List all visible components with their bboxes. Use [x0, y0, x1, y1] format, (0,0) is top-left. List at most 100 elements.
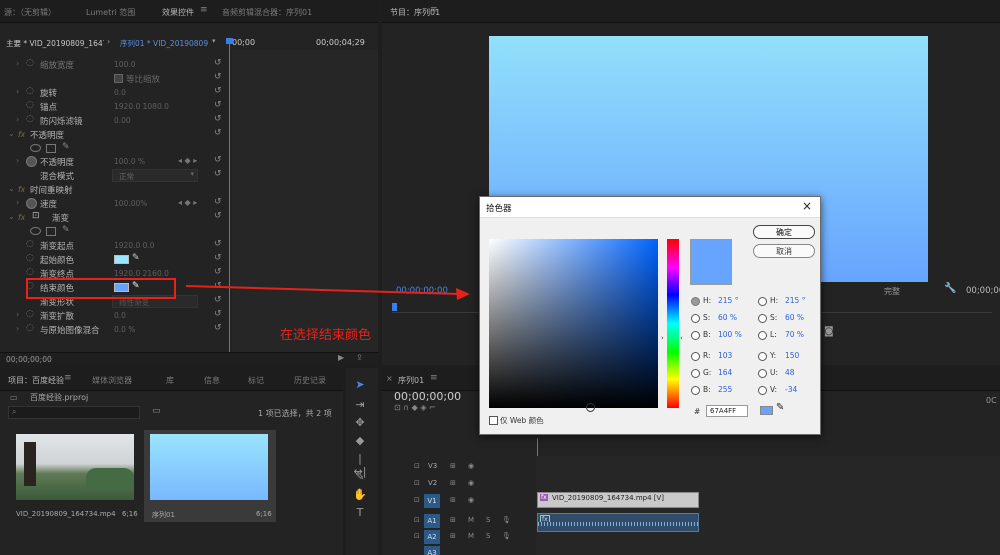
microphone-icon[interactable]: 🎙: [502, 532, 511, 540]
new-color-swatch: [690, 239, 732, 285]
solo-icon[interactable]: S: [486, 516, 490, 524]
track-label[interactable]: V1: [424, 494, 440, 508]
timeline-current-time[interactable]: 00;00;00;00: [394, 390, 461, 403]
pagoda-shape: [24, 442, 36, 486]
value-s[interactable]: 60 %: [785, 313, 804, 322]
pen-tool-icon[interactable]: ✎: [352, 470, 368, 483]
tab-markers[interactable]: 标记: [248, 375, 264, 386]
selection-tool-icon[interactable]: ➤: [352, 378, 368, 391]
label-l: L:: [770, 330, 777, 339]
tab-library[interactable]: 库: [166, 375, 174, 386]
mute-icon[interactable]: M: [468, 516, 474, 524]
track-select-icon[interactable]: ⇥: [352, 398, 368, 411]
radio-hsb-s[interactable]: [691, 314, 700, 323]
radio-hsl-l[interactable]: [758, 331, 767, 340]
close-icon[interactable]: ×: [802, 199, 812, 213]
new-bin-icon[interactable]: ▭: [152, 406, 161, 416]
project-file-icon: ▭: [10, 393, 18, 402]
cancel-button[interactable]: 取消: [753, 244, 815, 258]
radio-hsl-h[interactable]: [758, 297, 767, 306]
radio-rgb-r[interactable]: [691, 352, 700, 361]
microphone-icon[interactable]: 🎙: [502, 516, 511, 524]
radio-hsb-h[interactable]: [691, 297, 700, 306]
label-r: R:: [703, 351, 711, 360]
dialog-titlebar[interactable]: 拾色器 ×: [480, 197, 820, 218]
radio-hsb-b[interactable]: [691, 331, 700, 340]
audio-clip[interactable]: fx: [537, 513, 699, 532]
track-label[interactable]: A3: [424, 546, 440, 555]
eye-icon[interactable]: ◉: [468, 496, 474, 504]
cancel-button-label: 取消: [776, 247, 792, 256]
lock-icon[interactable]: ⊡: [414, 462, 420, 470]
track-label[interactable]: V3: [428, 462, 437, 470]
mute-icon[interactable]: M: [468, 532, 474, 540]
project-item-sequence[interactable]: 序列01 6;16: [144, 430, 276, 522]
sync-lock-icon[interactable]: ⊞: [450, 479, 456, 487]
lock-icon[interactable]: ⊡: [414, 516, 420, 524]
track-header-a1: ⊡ A1 ⊞ M S 🎙: [384, 514, 536, 531]
lock-icon[interactable]: ⊡: [414, 532, 420, 540]
value-h[interactable]: 215 °: [785, 296, 805, 305]
lock-icon[interactable]: ⊡: [414, 479, 420, 487]
timeline-tools-icons[interactable]: ⊡ ∩ ◆ ◈ ⌐: [394, 403, 436, 412]
ripple-edit-icon[interactable]: ✥: [352, 416, 368, 429]
eyedropper-icon[interactable]: ✎: [776, 402, 784, 413]
track-label[interactable]: A1: [424, 514, 440, 528]
radio-yuv-u[interactable]: [758, 369, 767, 378]
tab-media-browser[interactable]: 媒体浏览器: [92, 375, 132, 386]
tab-info[interactable]: 信息: [204, 375, 220, 386]
web-only-checkbox[interactable]: [489, 416, 498, 425]
item-duration: 6;16: [256, 510, 272, 518]
tab-history[interactable]: 历史记录: [294, 375, 326, 386]
web-only-label: 仅 Web 颜色: [500, 416, 544, 425]
value-u[interactable]: 48: [785, 368, 795, 377]
razor-tool-icon[interactable]: ◆: [352, 434, 368, 447]
hue-slider-left-arrow[interactable]: ›: [661, 334, 664, 342]
close-icon[interactable]: ×: [386, 374, 393, 383]
eye-icon[interactable]: ◉: [468, 479, 474, 487]
value-s[interactable]: 60 %: [718, 313, 737, 322]
panel-menu-icon[interactable]: ≡: [430, 373, 438, 383]
project-item-video[interactable]: VID_20190809_164734.mp4 6;16: [12, 432, 138, 524]
value-y[interactable]: 150: [785, 351, 799, 360]
radio-yuv-y[interactable]: [758, 352, 767, 361]
hue-slider-right-arrow[interactable]: ‹: [680, 334, 683, 342]
sync-lock-icon[interactable]: ⊞: [450, 462, 456, 470]
radio-rgb-b[interactable]: [691, 386, 700, 395]
audio-waveform: [538, 522, 698, 526]
panel-menu-icon[interactable]: ≡: [64, 373, 72, 383]
track-label[interactable]: A2: [424, 530, 440, 544]
hue-slider[interactable]: [667, 239, 679, 408]
eye-icon[interactable]: ◉: [468, 462, 474, 470]
track-label[interactable]: V2: [428, 479, 437, 487]
track-header-v1: ⊡ V1 ⊞ ◉: [384, 494, 536, 511]
radio-rgb-g[interactable]: [691, 369, 700, 378]
ok-button[interactable]: 确定: [753, 225, 815, 239]
radio-hsl-s[interactable]: [758, 314, 767, 323]
hand-tool-icon[interactable]: ✋: [352, 488, 368, 501]
value-g[interactable]: 164: [718, 368, 732, 377]
value-h[interactable]: 215 °: [718, 296, 738, 305]
search-input[interactable]: ⌕: [8, 406, 140, 419]
hex-value: 67A4FF: [710, 407, 737, 415]
color-field-cursor[interactable]: [586, 403, 595, 412]
radio-yuv-v[interactable]: [758, 386, 767, 395]
track-header-v2: ⊡ V2 ⊞ ◉: [384, 477, 536, 494]
value-b[interactable]: 100 %: [718, 330, 742, 339]
tab-sequence[interactable]: 序列01: [398, 375, 424, 386]
label-b: B:: [703, 330, 711, 339]
sync-lock-icon[interactable]: ⊞: [450, 516, 456, 524]
value-r[interactable]: 103: [718, 351, 732, 360]
hex-input[interactable]: 67A4FF: [706, 405, 748, 417]
sync-lock-icon[interactable]: ⊞: [450, 532, 456, 540]
type-tool-icon[interactable]: T: [352, 506, 368, 519]
value-v[interactable]: -34: [785, 385, 797, 394]
color-field[interactable]: [489, 239, 658, 408]
value-b[interactable]: 255: [718, 385, 732, 394]
video-clip[interactable]: fx VID_20190809_164734.mp4 [V]: [537, 492, 699, 508]
solo-icon[interactable]: S: [486, 532, 490, 540]
tab-project[interactable]: 项目：百度经验: [8, 375, 64, 386]
lock-icon[interactable]: ⊡: [414, 496, 420, 504]
sync-lock-icon[interactable]: ⊞: [450, 496, 456, 504]
value-l[interactable]: 70 %: [785, 330, 804, 339]
